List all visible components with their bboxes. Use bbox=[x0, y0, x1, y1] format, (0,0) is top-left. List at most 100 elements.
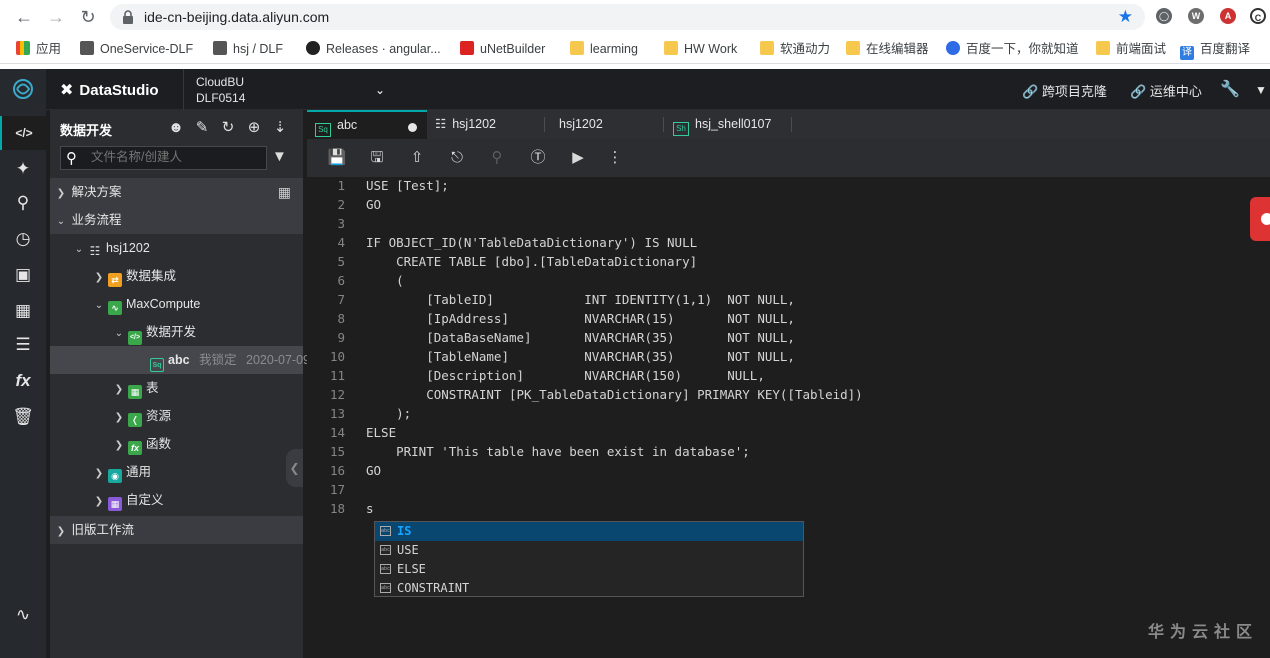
tab-hsj-shell0107[interactable]: Sh hsj_shell0107 bbox=[665, 110, 791, 139]
bookmark-hsj-dlf[interactable]: hsj / DLF bbox=[213, 34, 283, 64]
bookmark-ruantong[interactable]: 软通动力 bbox=[760, 34, 830, 64]
extension-w-icon[interactable]: W bbox=[1188, 8, 1204, 24]
tab-abc[interactable]: Sq abc bbox=[307, 110, 427, 139]
extension-angular-icon[interactable]: A bbox=[1220, 8, 1236, 24]
refresh-icon[interactable]: ↻ bbox=[215, 118, 241, 136]
extension-c-icon[interactable]: C bbox=[1250, 8, 1266, 24]
bookmark-hw-work[interactable]: HW Work bbox=[664, 34, 737, 64]
tree-general[interactable]: ❯ ◉ 通用 bbox=[50, 458, 303, 486]
list-icon[interactable]: ☰ bbox=[0, 328, 46, 362]
user-icon[interactable]: ☻ bbox=[163, 119, 189, 136]
file-search[interactable]: ⚲ bbox=[60, 146, 267, 170]
grid-view-icon[interactable]: ▦ bbox=[278, 178, 291, 206]
code-line[interactable]: PRINT 'This table have been exist in dat… bbox=[366, 444, 750, 459]
code-line[interactable]: CREATE TABLE [dbo].[TableDataDictionary] bbox=[366, 254, 697, 269]
bookmark-learming[interactable]: learming bbox=[570, 34, 638, 64]
extension-shield-icon[interactable]: ◯ bbox=[1156, 8, 1172, 24]
more-chevron-icon[interactable]: ▼ bbox=[1255, 83, 1267, 97]
pulse-icon[interactable]: ∿ bbox=[0, 598, 46, 632]
lock-icon[interactable]: ⚲ bbox=[487, 148, 507, 168]
code-line[interactable]: GO bbox=[366, 463, 381, 478]
code-line[interactable]: IF OBJECT_ID(N'TableDataDictionary') IS … bbox=[366, 235, 697, 250]
suggestion-item[interactable]: abc USE bbox=[375, 541, 803, 560]
tree-maxcompute[interactable]: ⌄ ∿ MaxCompute bbox=[50, 290, 303, 318]
tree-function[interactable]: ❯ fx 函数 bbox=[50, 430, 303, 458]
code-line[interactable]: [TableID] INT IDENTITY(1,1) NOT NULL, bbox=[366, 292, 795, 307]
suggestion-item[interactable]: abc CONSTRAINT bbox=[375, 579, 803, 598]
tree-data-integration[interactable]: ❯ ⇄ 数据集成 bbox=[50, 262, 303, 290]
locate-icon[interactable]: ⊕ bbox=[241, 118, 267, 136]
code-line[interactable]: ); bbox=[366, 406, 411, 421]
function-icon[interactable]: fx bbox=[0, 364, 46, 398]
suggestion-item[interactable]: abc IS bbox=[375, 522, 803, 541]
save-as-icon[interactable]: 🖫 bbox=[367, 148, 387, 168]
collapse-panel-handle[interactable]: ❮ bbox=[286, 449, 303, 487]
code-line[interactable]: [IpAddress] NVARCHAR(15) NOT NULL, bbox=[366, 311, 795, 326]
cost-estimate-icon[interactable]: Ⓣ bbox=[528, 148, 548, 168]
bookmark-apps[interactable]: 应用 bbox=[16, 34, 61, 64]
code-line[interactable]: USE [Test]; bbox=[366, 178, 449, 193]
bookmark-baidu[interactable]: 百度一下，你就知道 bbox=[946, 34, 1079, 64]
bookmark-online-editor[interactable]: 在线编辑器 bbox=[846, 34, 929, 64]
code-line[interactable]: [Description] NVARCHAR(150) NULL, bbox=[366, 368, 765, 383]
tree-legacy-workflow[interactable]: ❯ 旧版工作流 bbox=[50, 516, 303, 544]
reload-icon[interactable]: ↻ bbox=[76, 5, 100, 29]
dataworks-logo-icon bbox=[13, 79, 33, 99]
wrench-icon[interactable]: 🔧 bbox=[1220, 79, 1240, 99]
save-icon[interactable]: 💾 bbox=[327, 148, 347, 168]
new-file-icon[interactable]: ✎ bbox=[189, 118, 215, 136]
back-icon[interactable]: ← bbox=[12, 5, 36, 29]
tree-workflow[interactable]: ⌄ 业务流程 bbox=[50, 206, 303, 234]
bookmark-interview[interactable]: 前端面试 bbox=[1096, 34, 1166, 64]
code-line[interactable]: CONSTRAINT [PK_TableDataDictionary] PRIM… bbox=[366, 387, 863, 402]
code-line[interactable]: [DataBaseName] NVARCHAR(35) NOT NULL, bbox=[366, 330, 795, 345]
brand-title[interactable]: ✖ DataStudio bbox=[60, 80, 159, 100]
tree-table[interactable]: ❯ ▦ 表 bbox=[50, 374, 303, 402]
tree-data-dev[interactable]: ⌄ </> 数据开发 bbox=[50, 318, 303, 346]
unsaved-dot-icon[interactable] bbox=[408, 123, 417, 132]
tab-hsj1202-flow[interactable]: ☷ hsj1202 bbox=[427, 110, 543, 139]
bookmark-releases[interactable]: Releases · angular... bbox=[306, 34, 441, 64]
search-icon[interactable]: ⚲ bbox=[0, 186, 46, 220]
tree-label: 数据开发 bbox=[146, 325, 197, 339]
puzzle-icon[interactable]: ✦ bbox=[0, 152, 46, 186]
cross-project-clone-link[interactable]: 🔗 跨项目克隆 bbox=[1022, 81, 1107, 100]
data-dev-icon[interactable]: </> bbox=[0, 116, 46, 150]
filter-icon[interactable]: ▼ bbox=[272, 148, 287, 165]
forward-icon[interactable]: → bbox=[44, 5, 68, 29]
search-input[interactable] bbox=[91, 150, 261, 164]
code-line[interactable]: ( bbox=[366, 273, 404, 288]
code-line[interactable]: s bbox=[366, 501, 374, 516]
tree-flow-hsj1202[interactable]: ⌄ ☷ hsj1202 bbox=[50, 234, 303, 262]
keyword-icon: abc bbox=[380, 545, 391, 555]
tab-hsj1202[interactable]: hsj1202 bbox=[551, 110, 661, 139]
dataworks-logo[interactable] bbox=[0, 69, 46, 110]
more-icon[interactable]: ⋮ bbox=[605, 148, 625, 168]
briefcase-icon[interactable]: ▣ bbox=[0, 258, 46, 292]
bookmark-baidu-translate[interactable]: 译百度翻译 bbox=[1180, 34, 1250, 64]
ops-center-link[interactable]: 🔗 运维中心 bbox=[1130, 81, 1202, 100]
bookmark-star-icon[interactable]: ★ bbox=[1118, 7, 1133, 27]
bookmark-oneservice[interactable]: OneService-DLF bbox=[80, 34, 193, 64]
project-selector[interactable]: CloudBU DLF0514 ⌄ bbox=[183, 69, 393, 110]
submit-icon[interactable]: ⇧ bbox=[407, 148, 427, 168]
tree-file-abc[interactable]: Sq abc 我锁定 2020-07-09 bbox=[50, 346, 310, 374]
import-icon[interactable]: ⇣ bbox=[267, 118, 293, 136]
clock-icon[interactable]: ◷ bbox=[0, 222, 46, 256]
code-line[interactable]: GO bbox=[366, 197, 381, 212]
tree-custom[interactable]: ❯ ▦ 自定义 bbox=[50, 486, 303, 514]
bookmark-label: OneService-DLF bbox=[100, 42, 194, 56]
tree-resource[interactable]: ❯ ❬ 资源 bbox=[50, 402, 303, 430]
table-icon[interactable]: ▦ bbox=[0, 294, 46, 328]
suggestion-item[interactable]: abc ELSE bbox=[375, 560, 803, 579]
commit-icon[interactable]: ⎋ bbox=[447, 148, 467, 168]
address-bar[interactable]: ide-cn-beijing.data.aliyun.com ★ bbox=[110, 4, 1145, 30]
code-line[interactable]: ELSE bbox=[366, 425, 396, 440]
chevron-right-icon: ❯ bbox=[56, 526, 66, 537]
trash-icon[interactable]: 🗑 bbox=[0, 400, 46, 434]
bookmark-unetbuilder[interactable]: uNetBuilder bbox=[460, 34, 545, 64]
feedback-tab[interactable] bbox=[1250, 197, 1270, 241]
code-line[interactable]: [TableName] NVARCHAR(35) NOT NULL, bbox=[366, 349, 795, 364]
run-icon[interactable]: ▶ bbox=[568, 148, 588, 168]
tree-solutions[interactable]: ❯ 解决方案 ▦ bbox=[50, 178, 303, 206]
